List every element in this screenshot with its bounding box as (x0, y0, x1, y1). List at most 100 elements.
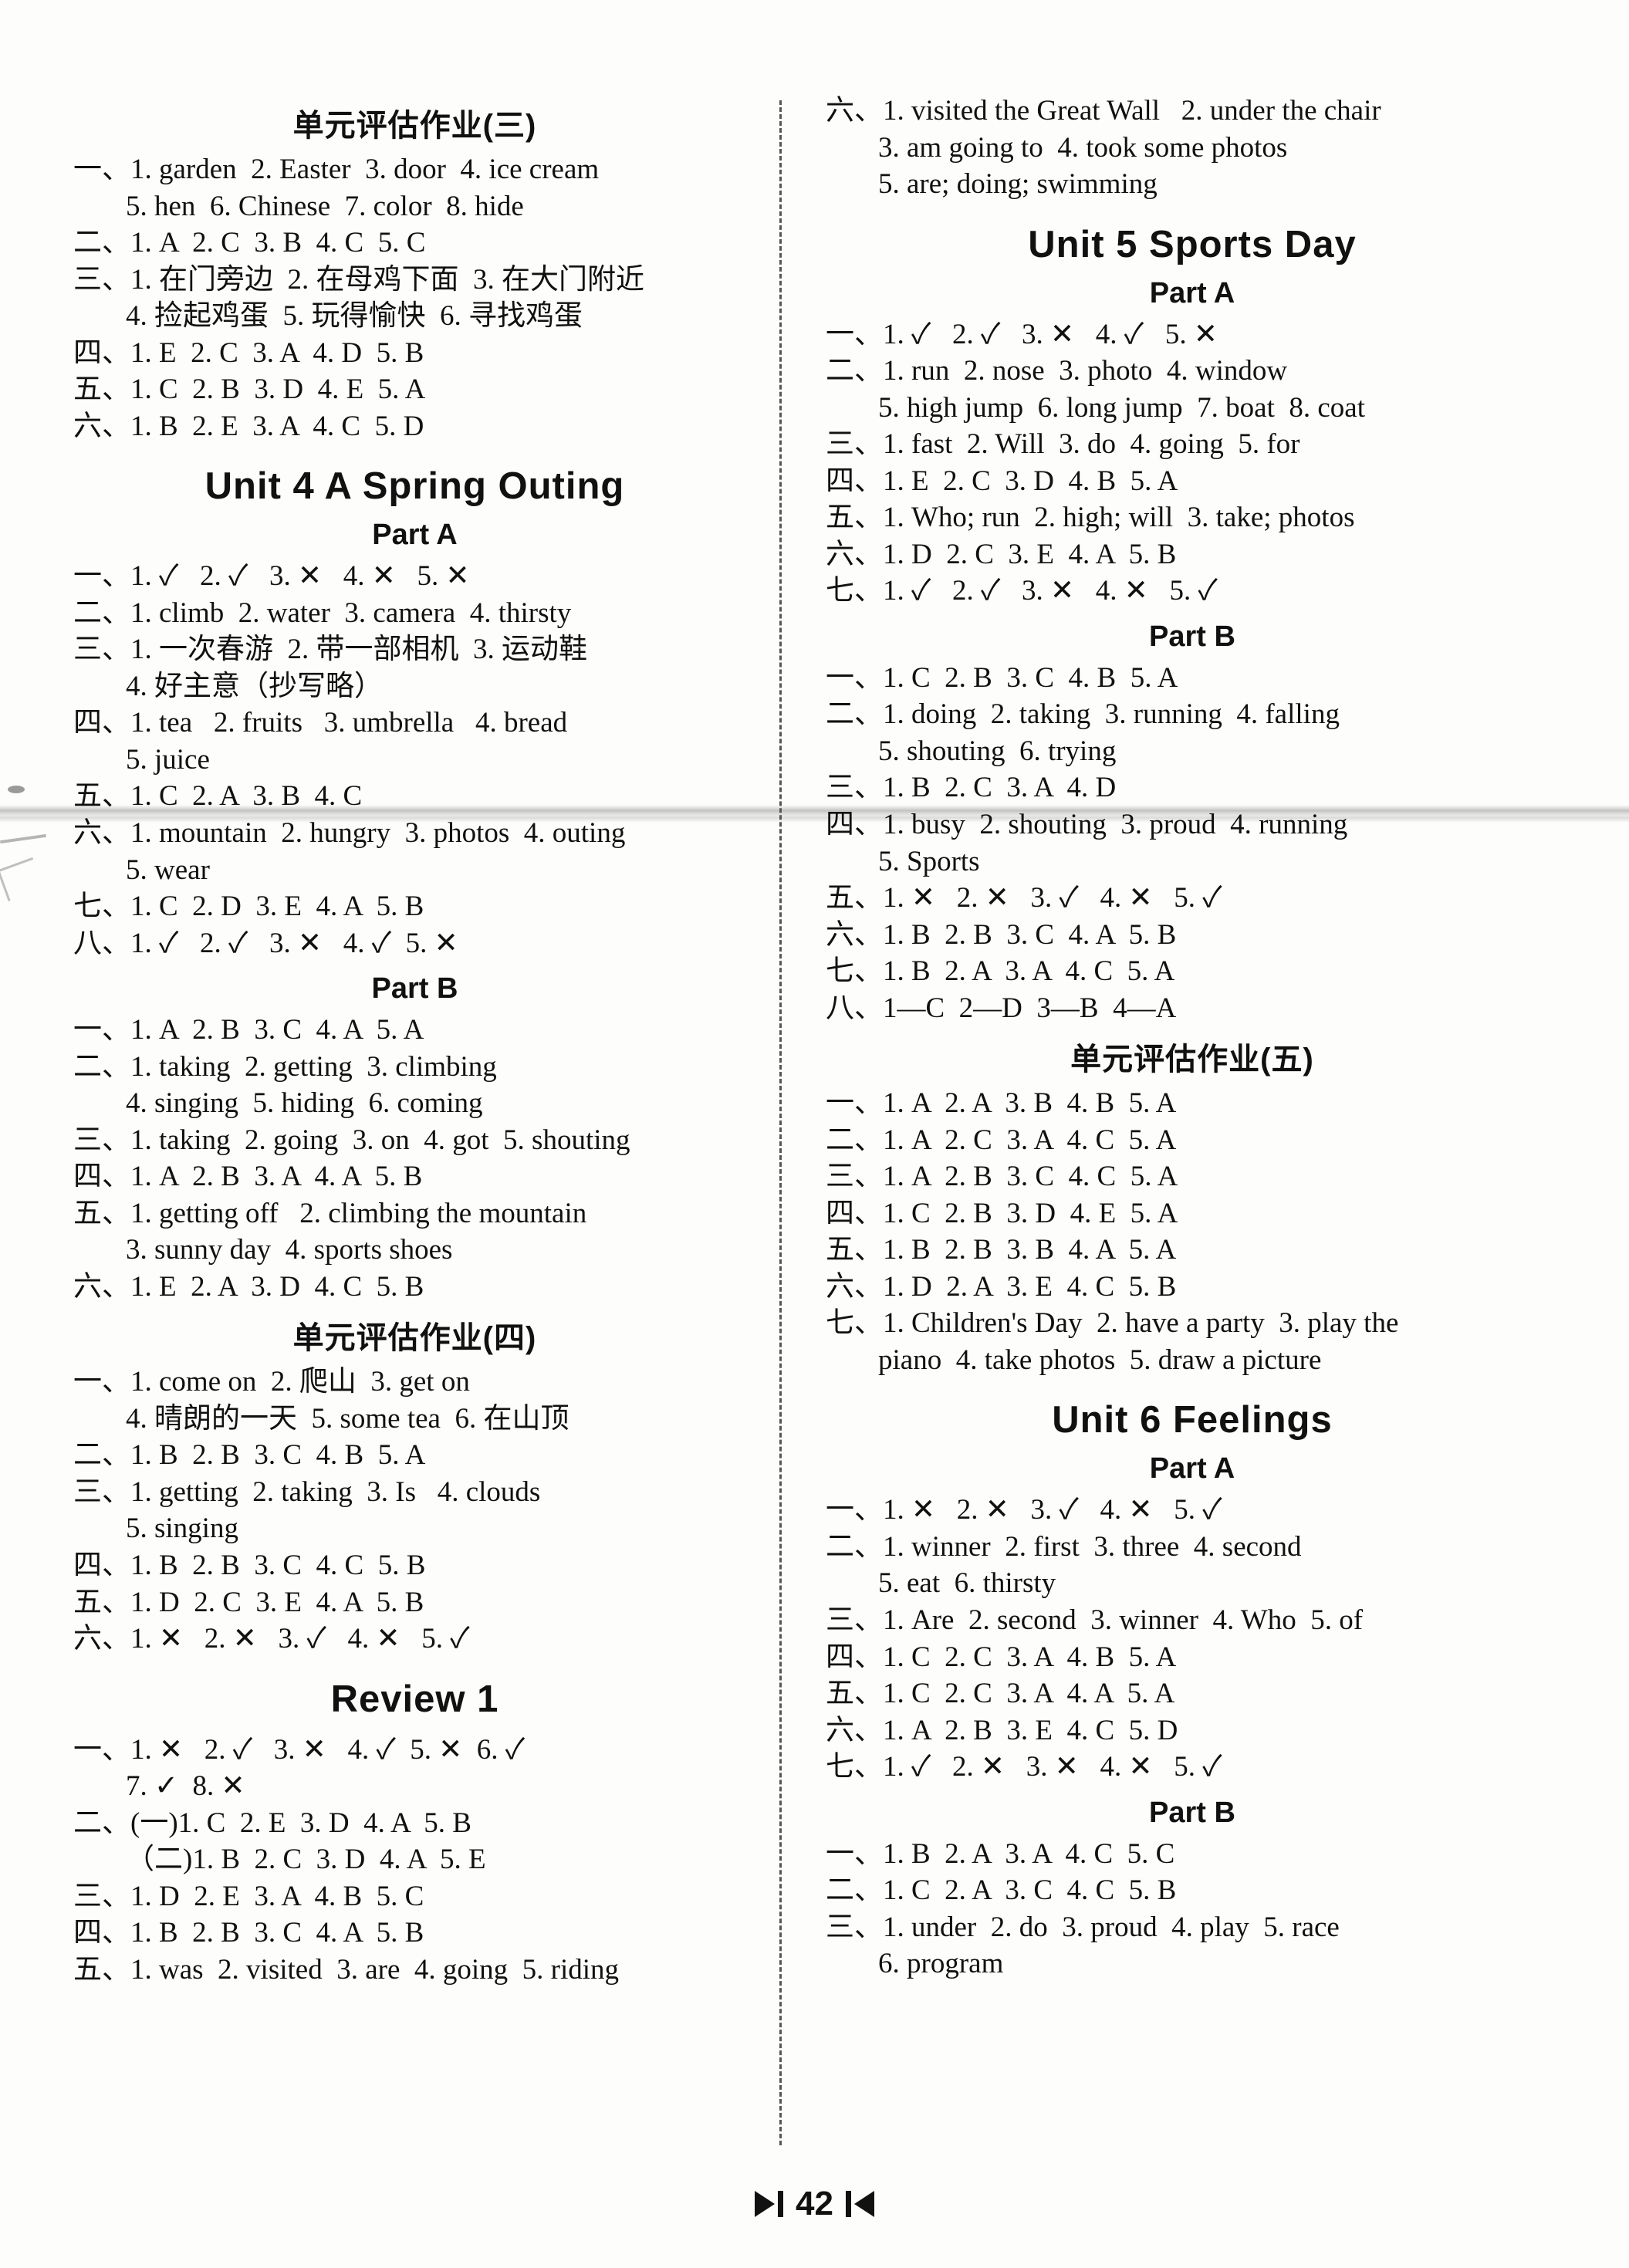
answer-line: 五、1. B 2. B 3. B 4. A 5. A (826, 1234, 1177, 1266)
answer-line: 二、1. taking 2. getting 3. climbing (73, 1050, 497, 1083)
unit-4-heading: Unit 4 A Spring Outing (204, 465, 625, 508)
answer-line: 三、1. B 2. C 3. A 4. D (826, 772, 1117, 804)
footer-left-ornament-icon (755, 2191, 784, 2217)
answer-line: 四、1. B 2. B 3. C 4. C 5. B (73, 1550, 426, 1581)
answer-line: 六、1. visited the Great Wall 2. under the… (826, 95, 1381, 127)
unit-6-heading: Unit 6 Feelings (1052, 1399, 1333, 1442)
answer-line: 三、1. taking 2. going 3. on 4. got 5. sho… (73, 1124, 630, 1156)
answer-line: 四、1. C 2. C 3. A 4. B 5. A (826, 1641, 1177, 1673)
unit-5-part-b-heading: Part B (1149, 620, 1235, 653)
unit-4-part-a-heading: Part A (372, 519, 458, 552)
answer-line: 四、1. busy 2. shouting 3. proud 4. runnin… (826, 808, 1348, 840)
answer-line: 三、1. 一次春游 2. 带一部相机 3. 运动鞋 (73, 634, 587, 666)
answer-line: 六、1. D 2. C 3. E 4. A 5. B (826, 538, 1177, 570)
unit-4-part-b-heading: Part B (371, 972, 458, 1006)
answer-line: 一、1. ✕ 2. ✕ 3. ✓ 4. ✕ 5. ✓ (826, 1494, 1222, 1526)
answer-line: 三、1. 在门旁边 2. 在母鸡下面 3. 在大门附近 (73, 263, 644, 296)
answer-line: 二、1. B 2. B 3. C 4. B 5. A (73, 1439, 426, 1472)
answer-line: 三、1. fast 2. Will 3. do 4. going 5. for (826, 428, 1300, 461)
review-1-heading: Review 1 (330, 1678, 499, 1720)
answer-line: 八、1—C 2—D 3—B 4—A (826, 992, 1177, 1024)
answer-line: 一、1. come on 2. 爬山 3. get on (73, 1366, 470, 1398)
answer-line: 六、1. E 2. A 3. D 4. C 5. B (73, 1270, 424, 1303)
answer-line: 七、1. ✓ 2. ✓ 3. ✕ 4. ✕ 5. ✓ (826, 575, 1218, 607)
answer-line: 六、1. ✕ 2. ✕ 3. ✓ 4. ✕ 5. ✓ (73, 1623, 470, 1655)
footer-right-ornament-icon (845, 2191, 874, 2217)
answer-line: 5. hen 6. Chinese 7. color 8. hide (126, 190, 524, 222)
answer-line: 二、1. A 2. C 3. A 4. C 5. A (826, 1124, 1177, 1156)
answer-line: 六、1. B 2. E 3. A 4. C 5. D (73, 410, 424, 442)
answer-line: 一、1. B 2. A 3. A 4. C 5. C (826, 1837, 1175, 1870)
answer-line: piano 4. take photos 5. draw a picture (878, 1344, 1322, 1376)
answer-line: 二、1. climb 2. water 3. camera 4. thirsty (73, 597, 572, 629)
answer-line: 二、1. run 2. nose 3. photo 4. window (826, 355, 1288, 387)
answer-line: 4. 晴朗的一天 5. some tea 6. 在山顶 (126, 1402, 569, 1435)
answer-line: 四、1. tea 2. fruits 3. umbrella 4. bread (73, 707, 568, 739)
answer-line: 4. 好主意（抄写略） (126, 670, 383, 702)
answer-line: 三、1. under 2. do 3. proud 4. play 5. rac… (826, 1911, 1340, 1943)
answer-line: 七、1. B 2. A 3. A 4. C 5. A (826, 955, 1175, 988)
answer-line: 五、1. Who; run 2. high; will 3. take; pho… (826, 502, 1355, 534)
answer-line: 五、1. ✕ 2. ✕ 3. ✓ 4. ✕ 5. ✓ (826, 882, 1222, 914)
answer-line: 一、1. ✕ 2. ✓ 3. ✕ 4. ✓ 5. ✕ 6. ✓ (73, 1733, 526, 1766)
answer-line: 八、1. ✓ 2. ✓ 3. ✕ 4. ✓ 5. ✕ (73, 927, 458, 959)
answer-line: 5. Sports (878, 845, 980, 877)
answer-line: 3. am going to 4. took some photos (878, 131, 1288, 164)
answer-line: 5. are; doing; swimming (878, 168, 1158, 201)
answer-line: 6. program (878, 1948, 1004, 1980)
answer-line: 六、1. D 2. A 3. E 4. C 5. B (826, 1270, 1177, 1303)
answer-line: 四、1. C 2. B 3. D 4. E 5. A (826, 1197, 1178, 1229)
right-answer-column: 六、1. visited the Great Wall 2. under the… (779, 93, 1590, 1988)
answer-line: 一、1. A 2. A 3. B 4. B 5. A (826, 1087, 1177, 1120)
answer-line: （二)1. B 2. C 3. D 4. A 5. E (126, 1844, 486, 1876)
unit-5-part-a-heading: Part A (1149, 276, 1235, 309)
answer-line: 五、1. D 2. C 3. E 4. A 5. B (73, 1586, 424, 1618)
answer-line: 二、1. A 2. C 3. B 4. C 5. C (73, 227, 426, 259)
answer-line: 5. singing (126, 1513, 238, 1545)
answer-line: 七、1. ✓ 2. ✕ 3. ✕ 4. ✕ 5. ✓ (826, 1751, 1222, 1783)
answer-line: 4. singing 5. hiding 6. coming (126, 1087, 483, 1120)
answer-line: 一、1. ✓ 2. ✓ 3. ✕ 4. ✓ 5. ✕ (826, 318, 1218, 350)
answer-line: 四、1. E 2. C 3. A 4. D 5. B (73, 336, 424, 369)
answer-line: 四、1. B 2. B 3. C 4. A 5. B (73, 1917, 424, 1949)
answer-line: 五、1. getting off 2. climbing the mountai… (73, 1197, 587, 1229)
unit-6-part-b-heading: Part B (1149, 1796, 1235, 1829)
answer-line: 5. wear (126, 853, 210, 886)
answer-line: 三、1. D 2. E 3. A 4. B 5. C (73, 1880, 424, 1912)
answer-line: 5. high jump 6. long jump 7. boat 8. coa… (878, 391, 1366, 424)
answer-line: 三、1. A 2. B 3. C 4. C 5. A (826, 1161, 1178, 1193)
answer-line: 六、1. B 2. B 3. C 4. A 5. B (826, 918, 1177, 951)
unit-assessment-4-heading: 单元评估作业(四) (292, 1321, 537, 1356)
answer-line: 五、1. C 2. A 3. B 4. C (73, 780, 363, 813)
answer-line: 4. 捡起鸡蛋 5. 玩得愉快 6. 寻找鸡蛋 (126, 300, 583, 333)
answer-line: 四、1. A 2. B 3. A 4. A 5. B (73, 1161, 423, 1193)
answer-line: 5. eat 6. thirsty (878, 1567, 1056, 1600)
page-footer: 42 (0, 2185, 1629, 2223)
unit-assessment-3-heading: 单元评估作业(三) (292, 109, 537, 143)
answer-line: 一、1. A 2. B 3. C 4. A 5. A (73, 1014, 424, 1046)
answer-line: 一、1. ✓ 2. ✓ 3. ✕ 4. ✕ 5. ✕ (73, 560, 470, 593)
answer-line: 二、1. winner 2. first 3. three 4. second (826, 1530, 1302, 1563)
answer-line: 7. ✓ 8. ✕ (126, 1770, 245, 1803)
answer-line: 七、1. Children's Day 2. have a party 3. p… (826, 1307, 1399, 1340)
left-answer-column: 单元评估作业(三) 一、1. garden 2. Easter 3. door 4… (0, 93, 779, 1988)
unit-6-part-a-heading: Part A (1149, 1452, 1235, 1486)
answer-line: 3. sunny day 4. sports shoes (126, 1234, 453, 1266)
unit-assessment-5-heading: 单元评估作业(五) (1070, 1043, 1314, 1077)
answer-line: 一、1. C 2. B 3. C 4. B 5. A (826, 661, 1178, 694)
answer-line: 五、1. was 2. visited 3. are 4. going 5. r… (73, 1953, 620, 1986)
answer-line: 五、1. C 2. C 3. A 4. A 5. A (826, 1678, 1175, 1710)
answer-line: 六、1. A 2. B 3. E 4. C 5. D (826, 1714, 1178, 1746)
answer-line: 二、1. C 2. A 3. C 4. C 5. B (826, 1874, 1177, 1907)
answer-line: 七、1. C 2. D 3. E 4. A 5. B (73, 891, 424, 923)
answer-line: 四、1. E 2. C 3. D 4. B 5. A (826, 465, 1178, 497)
answer-key-columns: 单元评估作业(三) 一、1. garden 2. Easter 3. door 4… (0, 93, 1629, 1988)
unit-5-heading: Unit 5 Sports Day (1028, 223, 1357, 265)
answer-line: 六、1. mountain 2. hungry 3. photos 4. out… (73, 816, 626, 849)
answer-line: 5. shouting 6. trying (878, 735, 1117, 767)
page-number: 42 (796, 2185, 833, 2222)
answer-line: 三、1. getting 2. taking 3. Is 4. clouds (73, 1475, 541, 1508)
answer-line: 二、1. doing 2. taking 3. running 4. falli… (826, 698, 1340, 731)
answer-line: 5. juice (126, 743, 210, 776)
answer-line: 五、1. C 2. B 3. D 4. E 5. A (73, 373, 426, 406)
